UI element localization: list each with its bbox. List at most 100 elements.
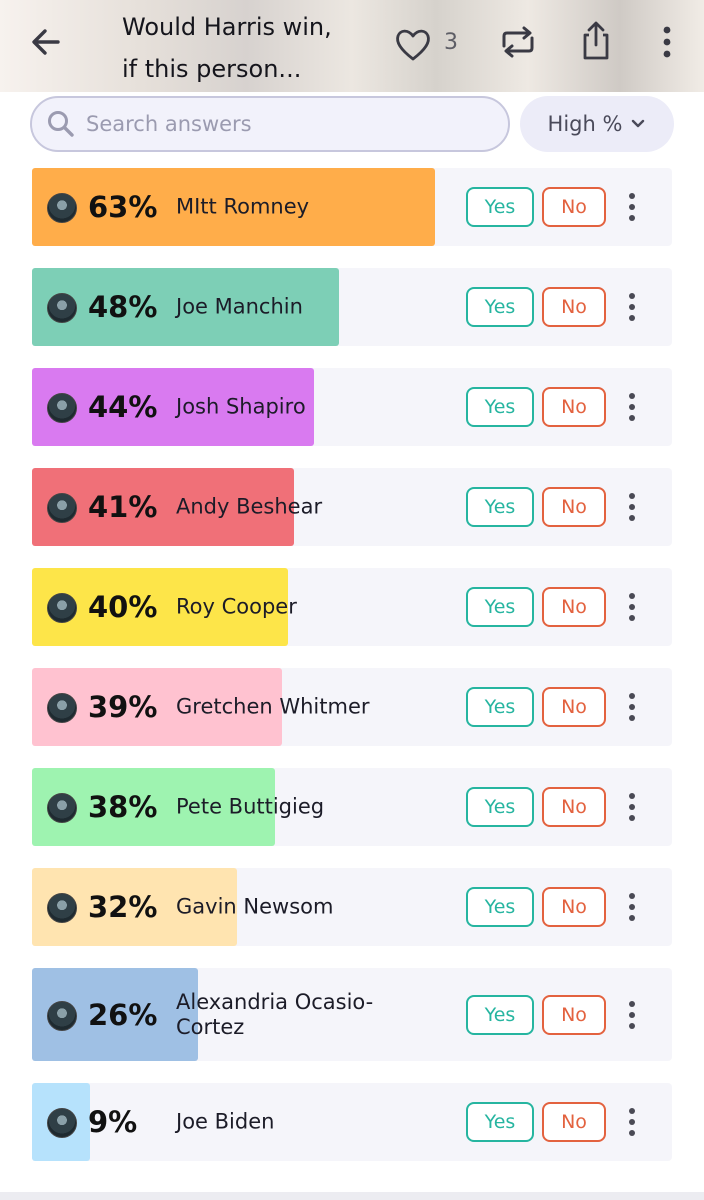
like-button[interactable]: [392, 24, 434, 64]
avatar: [47, 593, 77, 623]
search-box[interactable]: [30, 96, 510, 152]
row-more-button[interactable]: [618, 187, 646, 227]
answer-name: MItt Romney: [176, 194, 310, 219]
no-button[interactable]: No: [542, 487, 606, 527]
avatar: [47, 1108, 77, 1138]
no-button[interactable]: No: [542, 187, 606, 227]
share-icon: [583, 21, 609, 60]
more-vertical-icon: [629, 693, 635, 721]
more-vertical-icon: [629, 1000, 635, 1029]
answer-percentage: 41%: [88, 490, 158, 524]
more-vertical-icon: [629, 893, 635, 921]
row-more-button[interactable]: [618, 287, 646, 327]
answer-row[interactable]: 44% Josh Shapiro Yes No: [32, 368, 672, 446]
no-button[interactable]: No: [542, 587, 606, 627]
row-more-button[interactable]: [618, 687, 646, 727]
row-more-button[interactable]: [618, 887, 646, 927]
row-more-button[interactable]: [618, 387, 646, 427]
answer-row[interactable]: 40% Roy Cooper Yes No: [32, 568, 672, 646]
bottom-divider: [0, 1192, 704, 1200]
heart-icon: [396, 29, 430, 61]
no-button[interactable]: No: [542, 887, 606, 927]
avatar: [47, 293, 77, 323]
more-options-button[interactable]: [652, 22, 682, 62]
no-button[interactable]: No: [542, 387, 606, 427]
row-more-button[interactable]: [618, 995, 646, 1035]
chevron-down-icon: [632, 119, 645, 128]
no-button[interactable]: No: [542, 994, 606, 1035]
answer-row[interactable]: 9% Joe Biden Yes No: [32, 1083, 672, 1161]
yes-button[interactable]: Yes: [466, 787, 534, 827]
avatar: [47, 793, 77, 823]
yes-button[interactable]: Yes: [466, 187, 534, 227]
more-vertical-icon: [663, 26, 671, 58]
yes-button[interactable]: Yes: [466, 687, 534, 727]
sort-label: High %: [547, 112, 623, 136]
row-more-button[interactable]: [618, 487, 646, 527]
yes-button[interactable]: Yes: [466, 387, 534, 427]
yes-button[interactable]: Yes: [466, 994, 534, 1035]
more-vertical-icon: [629, 1108, 635, 1136]
search-icon: [48, 111, 74, 137]
avatar: [47, 893, 77, 923]
yes-button[interactable]: Yes: [466, 287, 534, 327]
more-vertical-icon: [629, 193, 635, 221]
share-button[interactable]: [574, 18, 618, 64]
answer-row[interactable]: 38% Pete Buttigieg Yes No: [32, 768, 672, 846]
answer-name: Josh Shapiro: [176, 394, 306, 419]
repost-icon: [502, 26, 534, 58]
title-line-1: Would Harris win,: [122, 13, 332, 41]
yes-button[interactable]: Yes: [466, 487, 534, 527]
more-vertical-icon: [629, 793, 635, 821]
answer-percentage: 26%: [88, 997, 158, 1032]
yes-button[interactable]: Yes: [466, 887, 534, 927]
answer-percentage: 9%: [88, 1105, 138, 1139]
no-button[interactable]: No: [542, 687, 606, 727]
answer-row[interactable]: 41% Andy Beshear Yes No: [32, 468, 672, 546]
repost-button[interactable]: [496, 22, 540, 62]
answer-list: 63% MItt Romney Yes No 48% Joe Manchin Yes No 44…: [32, 168, 672, 1183]
answer-name: Roy Cooper: [176, 594, 297, 619]
more-vertical-icon: [629, 593, 635, 621]
answer-name: Pete Buttigieg: [176, 794, 325, 819]
no-button[interactable]: No: [542, 287, 606, 327]
answer-row[interactable]: 63% MItt Romney Yes No: [32, 168, 672, 246]
avatar: [47, 1000, 77, 1031]
avatar: [47, 493, 77, 523]
answer-row[interactable]: 48% Joe Manchin Yes No: [32, 268, 672, 346]
more-vertical-icon: [629, 393, 635, 421]
answer-percentage: 63%: [88, 190, 158, 224]
header: Would Harris win, if this person... 3: [0, 0, 704, 92]
avatar: [47, 693, 77, 723]
back-button[interactable]: [26, 22, 66, 62]
sort-dropdown[interactable]: High %: [520, 96, 674, 152]
yes-button[interactable]: Yes: [466, 1102, 534, 1142]
no-button[interactable]: No: [542, 1102, 606, 1142]
avatar: [47, 193, 77, 223]
answer-name: Gretchen Whitmer: [176, 694, 370, 719]
answer-row[interactable]: 26% Alexandria Ocasio-Cortez Yes No: [32, 968, 672, 1061]
search-input[interactable]: [84, 111, 488, 137]
row-more-button[interactable]: [618, 587, 646, 627]
row-more-button[interactable]: [618, 787, 646, 827]
answer-percentage: 39%: [88, 690, 158, 724]
answer-name: Andy Beshear: [176, 494, 323, 519]
title-line-2: if this person...: [122, 55, 302, 83]
answer-row[interactable]: 32% Gavin Newsom Yes No: [32, 868, 672, 946]
like-count: 3: [444, 30, 458, 55]
answer-percentage: 48%: [88, 290, 158, 324]
row-more-button[interactable]: [618, 1102, 646, 1142]
page-title: Would Harris win, if this person...: [122, 6, 372, 90]
more-vertical-icon: [629, 293, 635, 321]
answer-name: Joe Biden: [176, 1109, 275, 1134]
avatar: [47, 393, 77, 423]
no-button[interactable]: No: [542, 787, 606, 827]
yes-button[interactable]: Yes: [466, 587, 534, 627]
answer-percentage: 38%: [88, 790, 158, 824]
answer-percentage: 44%: [88, 390, 158, 424]
answer-percentage: 32%: [88, 890, 158, 924]
answer-percentage: 40%: [88, 590, 158, 624]
answer-name: Alexandria Ocasio-Cortez: [176, 989, 374, 1039]
answer-row[interactable]: 39% Gretchen Whitmer Yes No: [32, 668, 672, 746]
answer-name: Gavin Newsom: [176, 894, 334, 919]
